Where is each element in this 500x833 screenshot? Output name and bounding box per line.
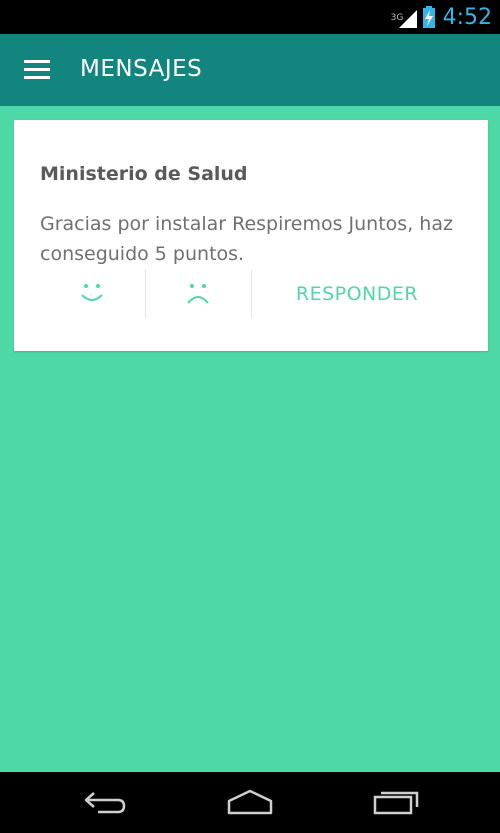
message-sender: Ministerio de Salud (40, 163, 248, 185)
happy-face-icon (81, 284, 103, 301)
reply-button[interactable]: RESPONDER (252, 270, 462, 318)
recent-apps-icon[interactable] (366, 782, 426, 822)
back-icon[interactable] (75, 782, 135, 822)
battery-charging-icon (422, 6, 435, 28)
reply-label: RESPONDER (295, 283, 419, 305)
navigation-bar (0, 772, 500, 833)
messages-list: Ministerio de Salud Gracias por instalar… (0, 106, 500, 772)
clock: 4:52 (442, 4, 492, 30)
sad-face-icon (187, 284, 209, 304)
dislike-button[interactable] (146, 270, 250, 318)
home-icon[interactable] (220, 782, 280, 822)
page-title: MENSAJES (80, 56, 203, 82)
hamburger-menu-icon[interactable] (24, 60, 50, 80)
status-bar: 3G 4:52 (0, 0, 500, 34)
like-button[interactable] (40, 270, 144, 318)
message-actions: RESPONDER (40, 270, 462, 318)
message-body: Gracias por instalar Respiremos Juntos, … (40, 213, 453, 265)
app-bar: MENSAJES (0, 34, 500, 106)
message-card: Ministerio de Salud Gracias por instalar… (14, 120, 488, 351)
status-icons: 3G 4:52 (391, 0, 492, 34)
signal-icon: 3G (391, 6, 417, 28)
